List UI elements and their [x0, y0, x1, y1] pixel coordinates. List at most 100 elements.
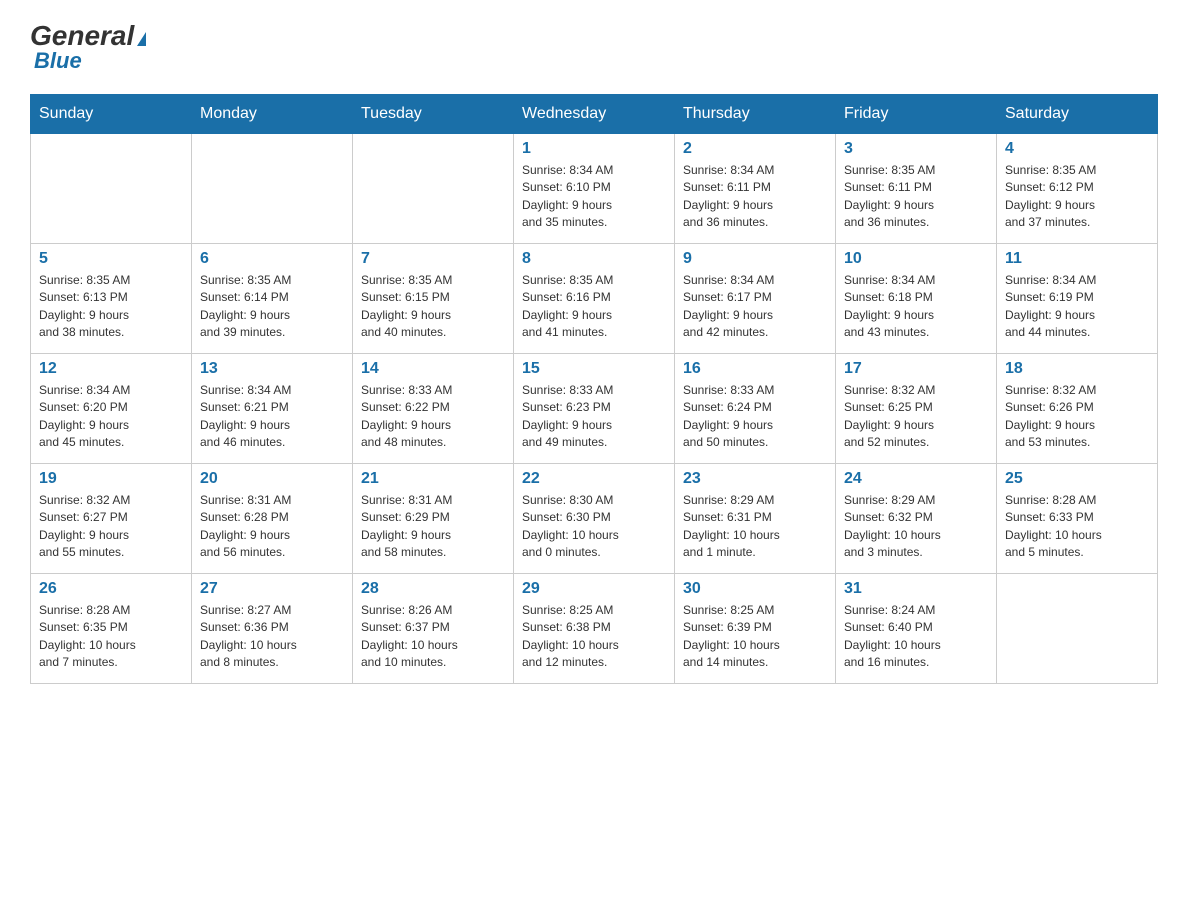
day-number: 30 [683, 580, 827, 598]
weekday-header-saturday: Saturday [997, 95, 1158, 134]
calendar-cell: 19Sunrise: 8:32 AM Sunset: 6:27 PM Dayli… [31, 464, 192, 574]
weekday-header-friday: Friday [836, 95, 997, 134]
calendar-cell: 27 Sunrise: 8:27 AM Sunset: 6:36 PM Dayli… [192, 574, 353, 684]
calendar-cell: 10 Sunrise: 8:34 AM Sunset: 6:18 PM Dayli… [836, 244, 997, 354]
weekday-header-monday: Monday [192, 95, 353, 134]
calendar-cell: 25Sunrise: 8:28 AM Sunset: 6:33 PM Dayli… [997, 464, 1158, 574]
day-info: Sunrise: 8:33 AM Sunset: 6:24 PM Dayligh… [683, 382, 827, 452]
calendar-cell: 24Sunrise: 8:29 AM Sunset: 6:32 PM Dayli… [836, 464, 997, 574]
calendar-cell: 28 Sunrise: 8:26 AM Sunset: 6:37 PM Dayli… [353, 574, 514, 684]
calendar-cell: 26 Sunrise: 8:28 AM Sunset: 6:35 PM Dayli… [31, 574, 192, 684]
day-info: Sunrise: 8:33 AM Sunset: 6:22 PM Dayligh… [361, 382, 505, 452]
day-info: Sunrise: 8:35 AM Sunset: 6:13 PM Dayligh… [39, 272, 183, 342]
calendar-cell: 23Sunrise: 8:29 AM Sunset: 6:31 PM Dayli… [675, 464, 836, 574]
day-number: 16 [683, 360, 827, 378]
day-number: 18 [1005, 360, 1149, 378]
day-number: 26 [39, 580, 183, 598]
calendar-cell [997, 574, 1158, 684]
calendar-cell: 18 Sunrise: 8:32 AM Sunset: 6:26 PM Dayli… [997, 354, 1158, 464]
day-number: 29 [522, 580, 666, 598]
day-number: 24 [844, 470, 988, 488]
calendar-cell: 8Sunrise: 8:35 AM Sunset: 6:16 PM Daylig… [514, 244, 675, 354]
calendar-cell: 13 Sunrise: 8:34 AM Sunset: 6:21 PM Dayli… [192, 354, 353, 464]
calendar-table: SundayMondayTuesdayWednesdayThursdayFrid… [30, 94, 1158, 684]
logo: General Blue [30, 20, 146, 74]
calendar-cell: 11 Sunrise: 8:34 AM Sunset: 6:19 PM Dayli… [997, 244, 1158, 354]
weekday-header-row: SundayMondayTuesdayWednesdayThursdayFrid… [31, 95, 1158, 134]
logo-blue-text: Blue [34, 48, 82, 74]
day-number: 11 [1005, 250, 1149, 268]
day-info: Sunrise: 8:27 AM Sunset: 6:36 PM Dayligh… [200, 602, 344, 672]
day-info: Sunrise: 8:35 AM Sunset: 6:15 PM Dayligh… [361, 272, 505, 342]
calendar-cell [31, 134, 192, 244]
day-info: Sunrise: 8:29 AM Sunset: 6:31 PM Dayligh… [683, 492, 827, 562]
day-number: 22 [522, 470, 666, 488]
calendar-cell: 7Sunrise: 8:35 AM Sunset: 6:15 PM Daylig… [353, 244, 514, 354]
calendar-week-4: 19Sunrise: 8:32 AM Sunset: 6:27 PM Dayli… [31, 464, 1158, 574]
day-number: 13 [200, 360, 344, 378]
calendar-cell: 16 Sunrise: 8:33 AM Sunset: 6:24 PM Dayli… [675, 354, 836, 464]
day-info: Sunrise: 8:33 AM Sunset: 6:23 PM Dayligh… [522, 382, 666, 452]
calendar-week-3: 12 Sunrise: 8:34 AM Sunset: 6:20 PM Dayli… [31, 354, 1158, 464]
day-info: Sunrise: 8:32 AM Sunset: 6:27 PM Dayligh… [39, 492, 183, 562]
day-info: Sunrise: 8:35 AM Sunset: 6:16 PM Dayligh… [522, 272, 666, 342]
calendar-week-2: 5 Sunrise: 8:35 AM Sunset: 6:13 PM Daylig… [31, 244, 1158, 354]
day-info: Sunrise: 8:34 AM Sunset: 6:21 PM Dayligh… [200, 382, 344, 452]
day-info: Sunrise: 8:34 AM Sunset: 6:11 PM Dayligh… [683, 162, 827, 232]
day-info: Sunrise: 8:34 AM Sunset: 6:10 PM Dayligh… [522, 162, 666, 232]
calendar-cell: 20Sunrise: 8:31 AM Sunset: 6:28 PM Dayli… [192, 464, 353, 574]
day-info: Sunrise: 8:26 AM Sunset: 6:37 PM Dayligh… [361, 602, 505, 672]
day-number: 21 [361, 470, 505, 488]
weekday-header-tuesday: Tuesday [353, 95, 514, 134]
calendar-cell [353, 134, 514, 244]
day-number: 3 [844, 140, 988, 158]
day-info: Sunrise: 8:35 AM Sunset: 6:12 PM Dayligh… [1005, 162, 1149, 232]
calendar-cell: 5 Sunrise: 8:35 AM Sunset: 6:13 PM Daylig… [31, 244, 192, 354]
day-number: 6 [200, 250, 344, 268]
day-number: 2 [683, 140, 827, 158]
weekday-header-thursday: Thursday [675, 95, 836, 134]
day-info: Sunrise: 8:25 AM Sunset: 6:39 PM Dayligh… [683, 602, 827, 672]
calendar-cell: 9 Sunrise: 8:34 AM Sunset: 6:17 PM Daylig… [675, 244, 836, 354]
day-number: 27 [200, 580, 344, 598]
day-info: Sunrise: 8:34 AM Sunset: 6:19 PM Dayligh… [1005, 272, 1149, 342]
calendar-cell: 15 Sunrise: 8:33 AM Sunset: 6:23 PM Dayli… [514, 354, 675, 464]
day-info: Sunrise: 8:32 AM Sunset: 6:26 PM Dayligh… [1005, 382, 1149, 452]
day-info: Sunrise: 8:35 AM Sunset: 6:14 PM Dayligh… [200, 272, 344, 342]
day-info: Sunrise: 8:34 AM Sunset: 6:18 PM Dayligh… [844, 272, 988, 342]
day-number: 14 [361, 360, 505, 378]
calendar-cell: 1Sunrise: 8:34 AM Sunset: 6:10 PM Daylig… [514, 134, 675, 244]
day-number: 5 [39, 250, 183, 268]
day-number: 28 [361, 580, 505, 598]
day-number: 10 [844, 250, 988, 268]
weekday-header-wednesday: Wednesday [514, 95, 675, 134]
logo-arrow-icon [137, 32, 146, 46]
day-number: 9 [683, 250, 827, 268]
calendar-cell: 2 Sunrise: 8:34 AM Sunset: 6:11 PM Daylig… [675, 134, 836, 244]
day-number: 12 [39, 360, 183, 378]
day-info: Sunrise: 8:34 AM Sunset: 6:17 PM Dayligh… [683, 272, 827, 342]
day-info: Sunrise: 8:28 AM Sunset: 6:35 PM Dayligh… [39, 602, 183, 672]
day-info: Sunrise: 8:28 AM Sunset: 6:33 PM Dayligh… [1005, 492, 1149, 562]
day-number: 20 [200, 470, 344, 488]
day-number: 4 [1005, 140, 1149, 158]
calendar-cell: 21Sunrise: 8:31 AM Sunset: 6:29 PM Dayli… [353, 464, 514, 574]
calendar-cell [192, 134, 353, 244]
calendar-cell: 12 Sunrise: 8:34 AM Sunset: 6:20 PM Dayli… [31, 354, 192, 464]
day-info: Sunrise: 8:34 AM Sunset: 6:20 PM Dayligh… [39, 382, 183, 452]
calendar-cell: 14 Sunrise: 8:33 AM Sunset: 6:22 PM Dayli… [353, 354, 514, 464]
calendar-cell: 30 Sunrise: 8:25 AM Sunset: 6:39 PM Dayli… [675, 574, 836, 684]
page-header: General Blue [30, 20, 1158, 74]
calendar-week-1: 1Sunrise: 8:34 AM Sunset: 6:10 PM Daylig… [31, 134, 1158, 244]
weekday-header-sunday: Sunday [31, 95, 192, 134]
calendar-cell: 17Sunrise: 8:32 AM Sunset: 6:25 PM Dayli… [836, 354, 997, 464]
calendar-cell: 22Sunrise: 8:30 AM Sunset: 6:30 PM Dayli… [514, 464, 675, 574]
day-info: Sunrise: 8:24 AM Sunset: 6:40 PM Dayligh… [844, 602, 988, 672]
day-number: 17 [844, 360, 988, 378]
calendar-cell: 4 Sunrise: 8:35 AM Sunset: 6:12 PM Daylig… [997, 134, 1158, 244]
calendar-cell: 6 Sunrise: 8:35 AM Sunset: 6:14 PM Daylig… [192, 244, 353, 354]
day-number: 15 [522, 360, 666, 378]
calendar-cell: 31Sunrise: 8:24 AM Sunset: 6:40 PM Dayli… [836, 574, 997, 684]
calendar-cell: 3Sunrise: 8:35 AM Sunset: 6:11 PM Daylig… [836, 134, 997, 244]
calendar-week-5: 26 Sunrise: 8:28 AM Sunset: 6:35 PM Dayli… [31, 574, 1158, 684]
